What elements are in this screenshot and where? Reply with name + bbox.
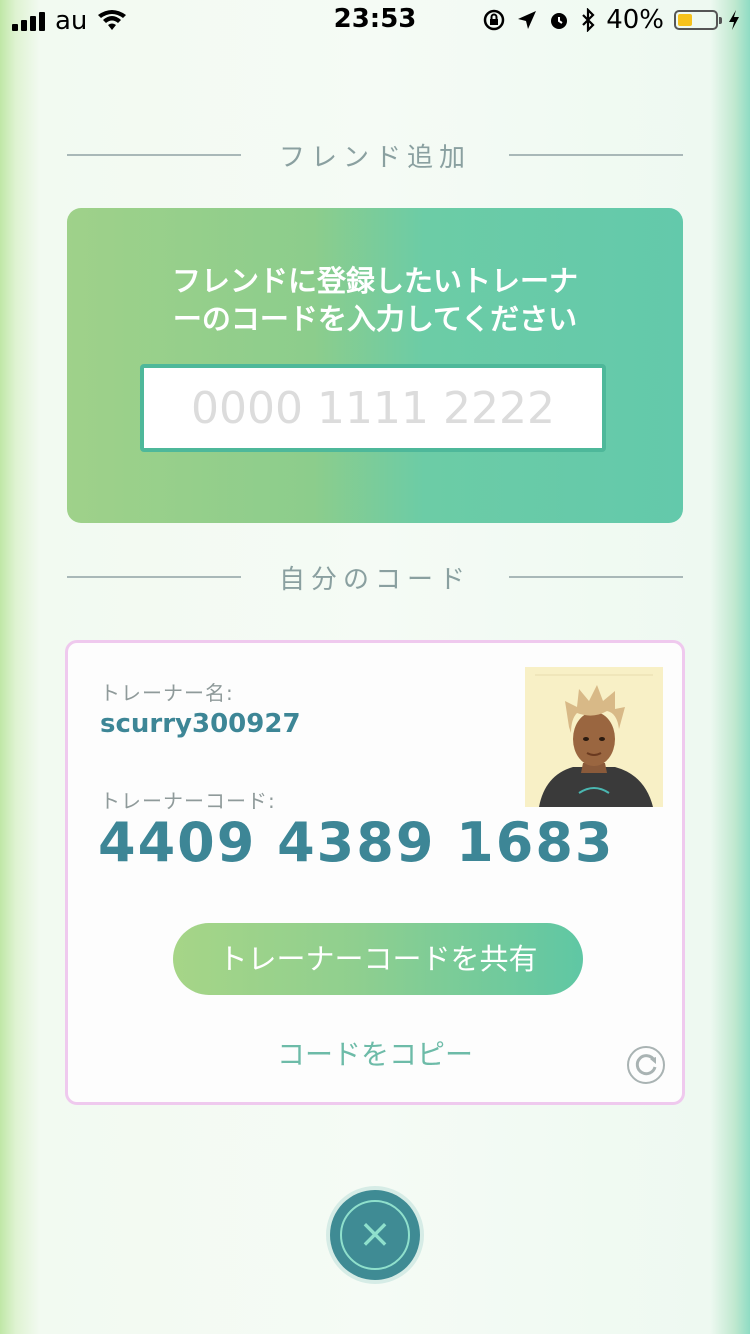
my-code-card: トレーナー名: scurry300927 トレーナーコード: 4409 4389… <box>65 640 685 1105</box>
copy-code-link[interactable]: コードをコピー <box>68 1033 682 1073</box>
my-code-section-header: 自分のコード <box>67 557 684 597</box>
divider-line <box>67 154 241 156</box>
add-friend-title: フレンド追加 <box>279 142 472 173</box>
orientation-lock-icon <box>483 9 505 31</box>
status-bar: au 23:53 40% <box>0 0 750 40</box>
status-right: 40% <box>482 5 740 35</box>
alarm-icon <box>551 13 568 29</box>
close-button[interactable]: × <box>330 1190 420 1280</box>
close-icon: × <box>358 1211 392 1257</box>
battery-icon <box>674 10 722 30</box>
share-trainer-code-button[interactable]: トレーナーコードを共有 <box>173 923 583 995</box>
add-friend-card: フレンドに登録したいトレーナ ーのコードを入力してください <box>67 208 683 523</box>
prompt-line-2: ーのコードを入力してください <box>172 302 578 336</box>
trainer-name: scurry300927 <box>100 709 301 739</box>
bluetooth-icon <box>582 8 595 32</box>
trainer-avatar <box>525 667 663 807</box>
trainer-code-label: トレーナーコード: <box>100 789 276 813</box>
trainer-code-input[interactable] <box>140 364 606 452</box>
divider-line <box>509 154 684 156</box>
divider-line <box>509 576 684 578</box>
battery-fill <box>678 14 692 26</box>
my-code-title: 自分のコード <box>279 564 472 595</box>
charging-bolt-icon <box>729 10 739 30</box>
avatar-image <box>525 667 663 807</box>
trainer-code: 4409 4389 1683 <box>98 811 615 874</box>
add-friend-section-header: フレンド追加 <box>67 135 684 175</box>
divider-line <box>67 576 241 578</box>
add-friend-prompt: フレンドに登録したいトレーナ ーのコードを入力してください <box>67 262 683 338</box>
trainer-name-label: トレーナー名: <box>100 681 234 705</box>
battery-percent: 40% <box>606 5 664 35</box>
refresh-icon[interactable] <box>626 1045 666 1085</box>
prompt-line-1: フレンドに登録したいトレーナ <box>171 264 578 298</box>
location-arrow-icon <box>518 11 537 29</box>
